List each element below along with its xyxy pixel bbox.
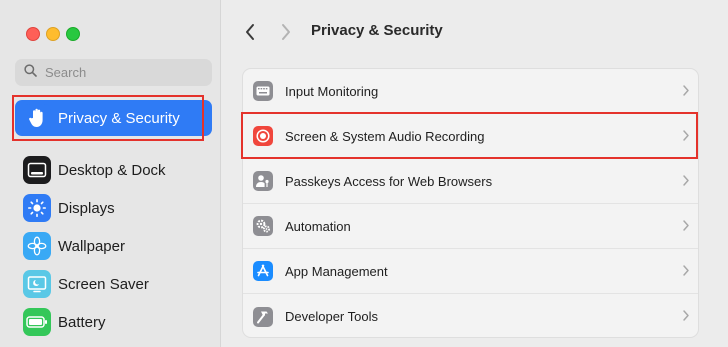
chevron-right-icon <box>682 264 690 282</box>
sidebar-item-label: Privacy & Security <box>58 109 180 127</box>
sidebar-item-desktop-dock[interactable]: Desktop & Dock <box>15 152 212 188</box>
row-label: Automation <box>285 218 351 234</box>
row-label: Passkeys Access for Web Browsers <box>285 173 493 189</box>
row-screen-system-audio-recording[interactable]: Screen & System Audio Recording <box>243 114 698 159</box>
hammer-icon <box>253 306 273 327</box>
settings-list: Input Monitoring Screen & System Audio R… <box>242 68 699 338</box>
keyboard-icon <box>253 81 273 101</box>
row-automation[interactable]: Automation <box>243 204 698 249</box>
toolbar: Privacy & Security <box>222 0 728 60</box>
row-passkeys-access[interactable]: Passkeys Access for Web Browsers <box>243 159 698 204</box>
sidebar-item-label: Displays <box>58 199 115 217</box>
row-app-management[interactable]: App Management <box>243 249 698 294</box>
minimize-window-button[interactable] <box>46 27 60 41</box>
zoom-window-button[interactable] <box>66 27 80 41</box>
row-label: Input Monitoring <box>285 83 379 99</box>
row-label: Developer Tools <box>285 309 378 324</box>
row-label: App Management <box>285 263 388 279</box>
chevron-right-icon <box>282 24 290 40</box>
sidebar-item-wallpaper[interactable]: Wallpaper <box>15 228 212 264</box>
sidebar: Privacy & Security Desktop & Dock Displa… <box>0 0 221 347</box>
close-window-button[interactable] <box>26 27 40 41</box>
chevron-right-icon <box>682 219 690 237</box>
flower-icon <box>23 232 51 260</box>
chevron-right-icon <box>682 84 690 102</box>
sidebar-item-battery[interactable]: Battery <box>15 304 212 340</box>
sidebar-item-privacy-security[interactable]: Privacy & Security <box>15 100 212 136</box>
sidebar-item-label: Wallpaper <box>58 237 125 255</box>
chevron-right-icon <box>682 174 690 192</box>
person-key-icon <box>253 171 273 191</box>
row-developer-tools[interactable]: Developer Tools <box>243 294 698 337</box>
hand-icon <box>23 104 51 132</box>
sidebar-item-label: Battery <box>58 313 106 331</box>
chevron-left-icon <box>246 24 254 40</box>
search-field[interactable] <box>15 59 212 86</box>
sidebar-item-label: Desktop & Dock <box>58 161 166 179</box>
search-input[interactable] <box>43 64 197 81</box>
chevron-right-icon <box>682 309 690 327</box>
dock-icon <box>23 156 51 184</box>
sidebar-item-label: Screen Saver <box>58 275 149 293</box>
battery-icon <box>23 308 51 336</box>
row-input-monitoring[interactable]: Input Monitoring <box>243 69 698 114</box>
back-button[interactable] <box>238 18 262 46</box>
page-title: Privacy & Security <box>311 22 443 39</box>
gears-icon <box>253 216 273 236</box>
sun-icon <box>23 194 51 222</box>
screensaver-icon <box>23 270 51 298</box>
sidebar-item-screen-saver[interactable]: Screen Saver <box>15 266 212 302</box>
sidebar-item-displays[interactable]: Displays <box>15 190 212 226</box>
app-store-icon <box>253 261 273 281</box>
search-icon <box>24 63 37 82</box>
forward-button[interactable] <box>274 18 298 46</box>
row-label: Screen & System Audio Recording <box>285 128 485 144</box>
record-icon <box>253 126 273 146</box>
chevron-right-icon <box>682 129 690 147</box>
main-pane: Privacy & Security Input Monitoring Scre… <box>222 0 728 347</box>
